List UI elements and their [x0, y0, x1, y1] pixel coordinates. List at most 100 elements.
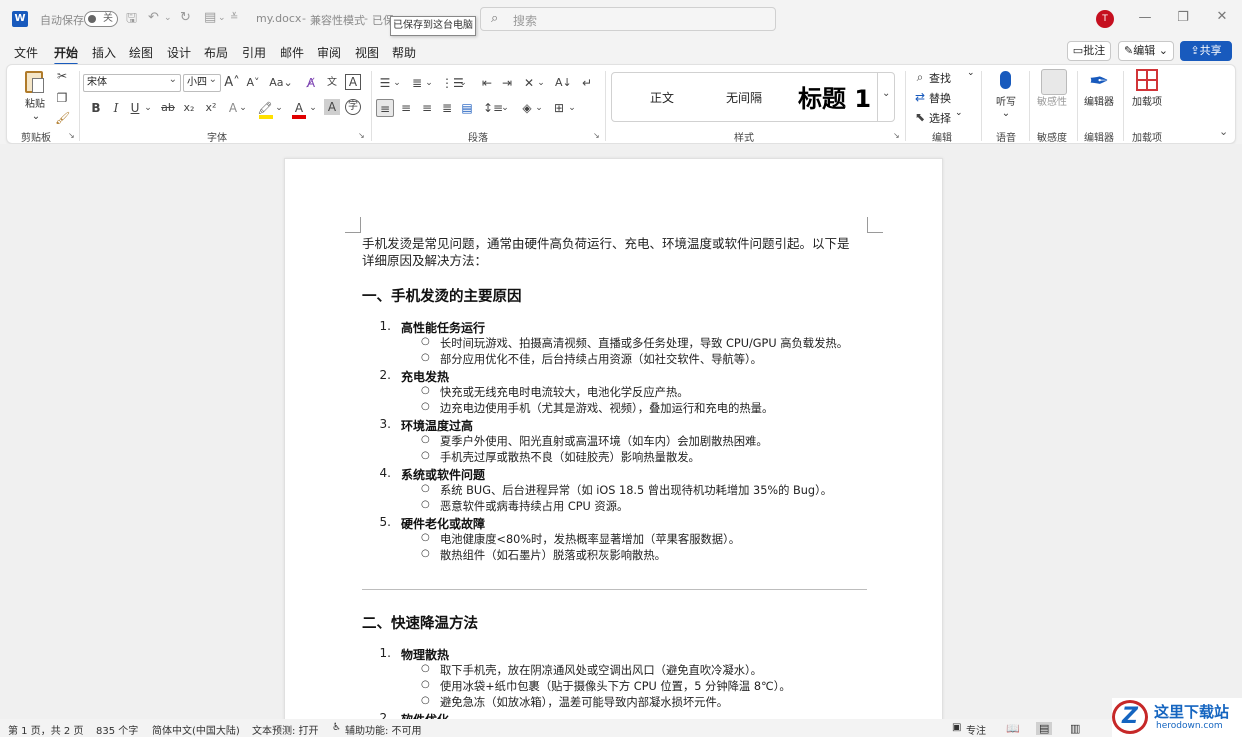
styles-more-button[interactable]: ⌄ [877, 72, 895, 122]
tab-home[interactable]: 开始 [54, 44, 79, 66]
tab-draw[interactable]: 绘图 [129, 44, 153, 61]
focus-mode[interactable]: 专注 [966, 722, 986, 737]
format-painter-icon[interactable]: 🖌 [55, 109, 70, 127]
document-canvas[interactable]: 手机发烫是常见问题，通常由硬件高负荷运行、充电、环境温度或软件问题引起。以下是 … [0, 144, 1242, 719]
bullets-icon[interactable]: ☰ [377, 74, 393, 92]
minimize-icon[interactable]: — [1130, 10, 1160, 25]
save-icon[interactable]: 🖫 [126, 11, 137, 27]
decrease-indent-icon[interactable]: ⇤ [479, 74, 495, 92]
tab-view[interactable]: 视图 [355, 44, 379, 61]
clipboard-launcher-icon[interactable]: ↘ [68, 131, 75, 140]
char-border-icon[interactable]: A [345, 74, 361, 90]
styles-launcher-icon[interactable]: ↘ [893, 131, 900, 140]
line-spacing-dropdown-icon[interactable]: ⌄ [501, 99, 509, 117]
borders-icon[interactable]: ⊞ [551, 99, 567, 117]
sort-icon[interactable]: A↓ [555, 74, 572, 92]
asian-layout-dropdown-icon[interactable]: ⌄ [537, 74, 545, 92]
close-icon[interactable]: ✕ [1207, 9, 1237, 24]
collapse-ribbon-icon[interactable]: ⌄ [1219, 125, 1228, 138]
numbering-dropdown-icon[interactable]: ⌄ [425, 74, 433, 92]
word-icon[interactable]: W [12, 11, 28, 27]
sensitivity-button[interactable]: 敏感性 [1037, 69, 1067, 125]
paragraph-launcher-icon[interactable]: ↘ [593, 131, 600, 140]
comments-button[interactable]: ▭批注 [1067, 41, 1111, 61]
borders-dropdown-icon[interactable]: ⌄ [568, 99, 576, 117]
numbering-icon[interactable]: ≣ [409, 74, 425, 92]
copy-icon[interactable]: ❐ [55, 89, 69, 107]
redo-icon[interactable]: ↻ [180, 10, 191, 26]
strikethrough-icon[interactable]: ab [160, 99, 176, 117]
multilevel-dropdown-icon[interactable]: ⌄ [459, 74, 467, 92]
change-case-icon[interactable]: Aa⌄ [268, 74, 294, 92]
format-painter-quick-icon[interactable]: ▤ [204, 10, 216, 26]
distributed-icon[interactable]: ▤ [459, 99, 475, 117]
format-dropdown-icon[interactable]: ⌄ [218, 10, 226, 26]
paste-button[interactable] [23, 69, 47, 97]
customize-qat-icon[interactable]: ≚ [230, 10, 238, 26]
font-color-dropdown-icon[interactable]: ⌄ [309, 99, 317, 117]
show-marks-icon[interactable]: ↵ [579, 74, 595, 92]
highlight-dropdown-icon[interactable]: ⌄ [275, 99, 283, 117]
replace-button[interactable]: ⇄ 替换 [913, 88, 963, 106]
style-heading-1[interactable]: 标题 1 [798, 79, 871, 114]
share-button[interactable]: ⇪共享 [1180, 41, 1232, 61]
enclosed-char-icon[interactable]: 字 [345, 99, 361, 115]
select-button[interactable]: ⬉ 选择 ⌄ [913, 108, 965, 126]
italic-icon[interactable]: I [109, 99, 123, 117]
tab-review[interactable]: 审阅 [317, 44, 341, 61]
accessibility-status[interactable]: 辅助功能: 不可用 [345, 722, 422, 737]
multilevel-list-icon[interactable]: ⋮☰ [441, 74, 464, 92]
line-spacing-icon[interactable]: ↕≡ [483, 99, 503, 117]
autosave-toggle[interactable]: 关 [84, 11, 118, 27]
user-avatar[interactable]: T [1096, 10, 1114, 28]
align-left-icon[interactable]: ≡ [376, 99, 394, 117]
word-count[interactable]: 835 个字 [96, 722, 138, 737]
align-center-icon[interactable]: ≡ [398, 99, 414, 117]
editing-mode-button[interactable]: ✎编辑 ⌄ [1118, 41, 1174, 61]
grow-font-icon[interactable]: A˄ [224, 74, 240, 92]
phonetic-guide-icon[interactable]: 文 [324, 74, 340, 92]
tab-help[interactable]: 帮助 [392, 44, 416, 61]
editor-button[interactable]: ✒ 编辑器 [1083, 67, 1115, 125]
web-layout-icon[interactable]: ▥ [1070, 722, 1080, 735]
dictate-button[interactable]: 听写 ⌄ [991, 69, 1021, 125]
text-prediction-status[interactable]: 文本预测: 打开 [252, 722, 319, 737]
undo-dropdown-icon[interactable]: ⌄ [164, 10, 172, 26]
paste-dropdown-icon[interactable]: ⌄ [31, 111, 41, 123]
subscript-icon[interactable]: x₂ [181, 99, 197, 117]
font-launcher-icon[interactable]: ↘ [358, 131, 365, 140]
clear-format-icon[interactable]: A̸ [303, 74, 319, 92]
shrink-font-icon[interactable]: A˅ [245, 74, 261, 92]
tab-insert[interactable]: 插入 [92, 44, 116, 61]
find-button[interactable]: ⌕ 查找 ⌄ [913, 68, 975, 86]
underline-icon[interactable]: U [128, 99, 142, 117]
char-shading-icon[interactable]: A [324, 99, 340, 115]
bold-icon[interactable]: B [89, 99, 103, 117]
style-normal[interactable]: 正文 [650, 89, 674, 106]
read-mode-icon[interactable]: 📖 [1006, 722, 1020, 735]
tab-mailings[interactable]: 邮件 [280, 44, 304, 61]
shading-icon[interactable]: ◈ [519, 99, 535, 117]
tab-design[interactable]: 设计 [167, 44, 191, 61]
tab-file[interactable]: 文件 [14, 44, 38, 61]
undo-icon[interactable]: ↶ [148, 10, 159, 26]
tab-layout[interactable]: 布局 [204, 44, 228, 61]
bullets-dropdown-icon[interactable]: ⌄ [393, 74, 401, 92]
increase-indent-icon[interactable]: ⇥ [499, 74, 515, 92]
text-effects-dropdown-icon[interactable]: ⌄ [239, 99, 247, 117]
superscript-icon[interactable]: x² [203, 99, 219, 117]
search-box[interactable]: ⌕ 搜索 [480, 7, 776, 31]
underline-dropdown-icon[interactable]: ⌄ [144, 99, 152, 117]
justify-icon[interactable]: ≣ [439, 99, 455, 117]
restore-icon[interactable]: ❐ [1168, 10, 1198, 25]
page-count[interactable]: 第 1 页，共 2 页 [8, 722, 83, 737]
print-layout-icon[interactable]: ▤ [1036, 722, 1053, 735]
cut-icon[interactable]: ✂ [55, 67, 69, 85]
language-status[interactable]: 简体中文(中国大陆) [152, 722, 240, 737]
align-right-icon[interactable]: ≡ [419, 99, 435, 117]
font-name-select[interactable]: 宋体 [83, 72, 181, 92]
font-size-select[interactable]: 小四 [183, 72, 221, 92]
document-page[interactable]: 手机发烫是常见问题，通常由硬件高负荷运行、充电、环境温度或软件问题引起。以下是 … [284, 158, 943, 719]
style-no-spacing[interactable]: 无间隔 [726, 89, 762, 106]
asian-layout-icon[interactable]: ✕ [521, 74, 537, 92]
